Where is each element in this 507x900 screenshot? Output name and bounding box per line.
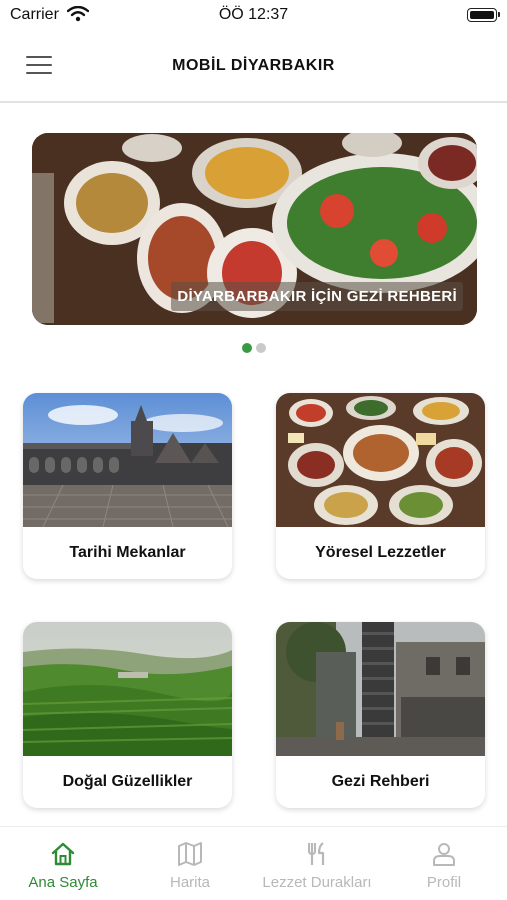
status-time: ÖÖ 12:37: [218, 6, 289, 23]
carousel-pagination: [0, 340, 507, 358]
bottom-tab-bar: Ana Sayfa Harita Lezzet Durakları Profil: [0, 826, 507, 900]
regional-food-image: [276, 393, 485, 527]
category-card-regional-tastes[interactable]: Yöresel Lezzetler: [276, 393, 485, 579]
card-label: Tarihi Mekanlar: [69, 544, 186, 561]
carousel-dot-2[interactable]: [255, 343, 266, 353]
carousel-dot-1[interactable]: [241, 343, 252, 353]
person-icon: [433, 843, 455, 866]
tab-label: Lezzet Durakları: [262, 874, 372, 891]
battery-icon: [467, 8, 500, 22]
tab-home[interactable]: Ana Sayfa: [0, 827, 126, 900]
fork-knife-icon: [308, 842, 325, 865]
card-label: Yöresel Lezzetler: [315, 544, 446, 561]
category-card-historic-places[interactable]: Tarihi Mekanlar: [23, 393, 232, 579]
home-icon: [51, 842, 75, 866]
category-card-travel-guide[interactable]: Gezi Rehberi: [276, 622, 485, 808]
tab-map[interactable]: Harita: [127, 827, 253, 900]
page-title: MOBİL DİYARBAKIR: [172, 57, 335, 74]
top-navigation-bar: MOBİL DİYARBAKIR: [0, 36, 507, 100]
category-card-natural-beauties[interactable]: Doğal Güzellikler: [23, 622, 232, 808]
card-label: Doğal Güzellikler: [62, 773, 193, 790]
tab-food-stops[interactable]: Lezzet Durakları: [254, 827, 380, 900]
tab-label: Harita: [169, 874, 210, 891]
status-bar: Carrier ÖÖ 12:37: [0, 0, 507, 30]
old-town-street-image: [276, 622, 485, 756]
hero-carousel-slide[interactable]: DİYARBARBAKIR İÇİN GEZİ REHBERİ: [32, 133, 477, 325]
tab-label: Ana Sayfa: [28, 874, 98, 891]
tab-profile[interactable]: Profil: [381, 827, 507, 900]
header-divider: [0, 101, 507, 103]
card-label: Gezi Rehberi: [331, 773, 430, 790]
green-valley-image: [23, 622, 232, 756]
carousel-caption: DİYARBARBAKIR İÇİN GEZİ REHBERİ: [171, 282, 463, 311]
tab-label: Profil: [426, 874, 462, 891]
map-icon: [178, 842, 202, 866]
historic-mosque-image: [23, 393, 232, 527]
